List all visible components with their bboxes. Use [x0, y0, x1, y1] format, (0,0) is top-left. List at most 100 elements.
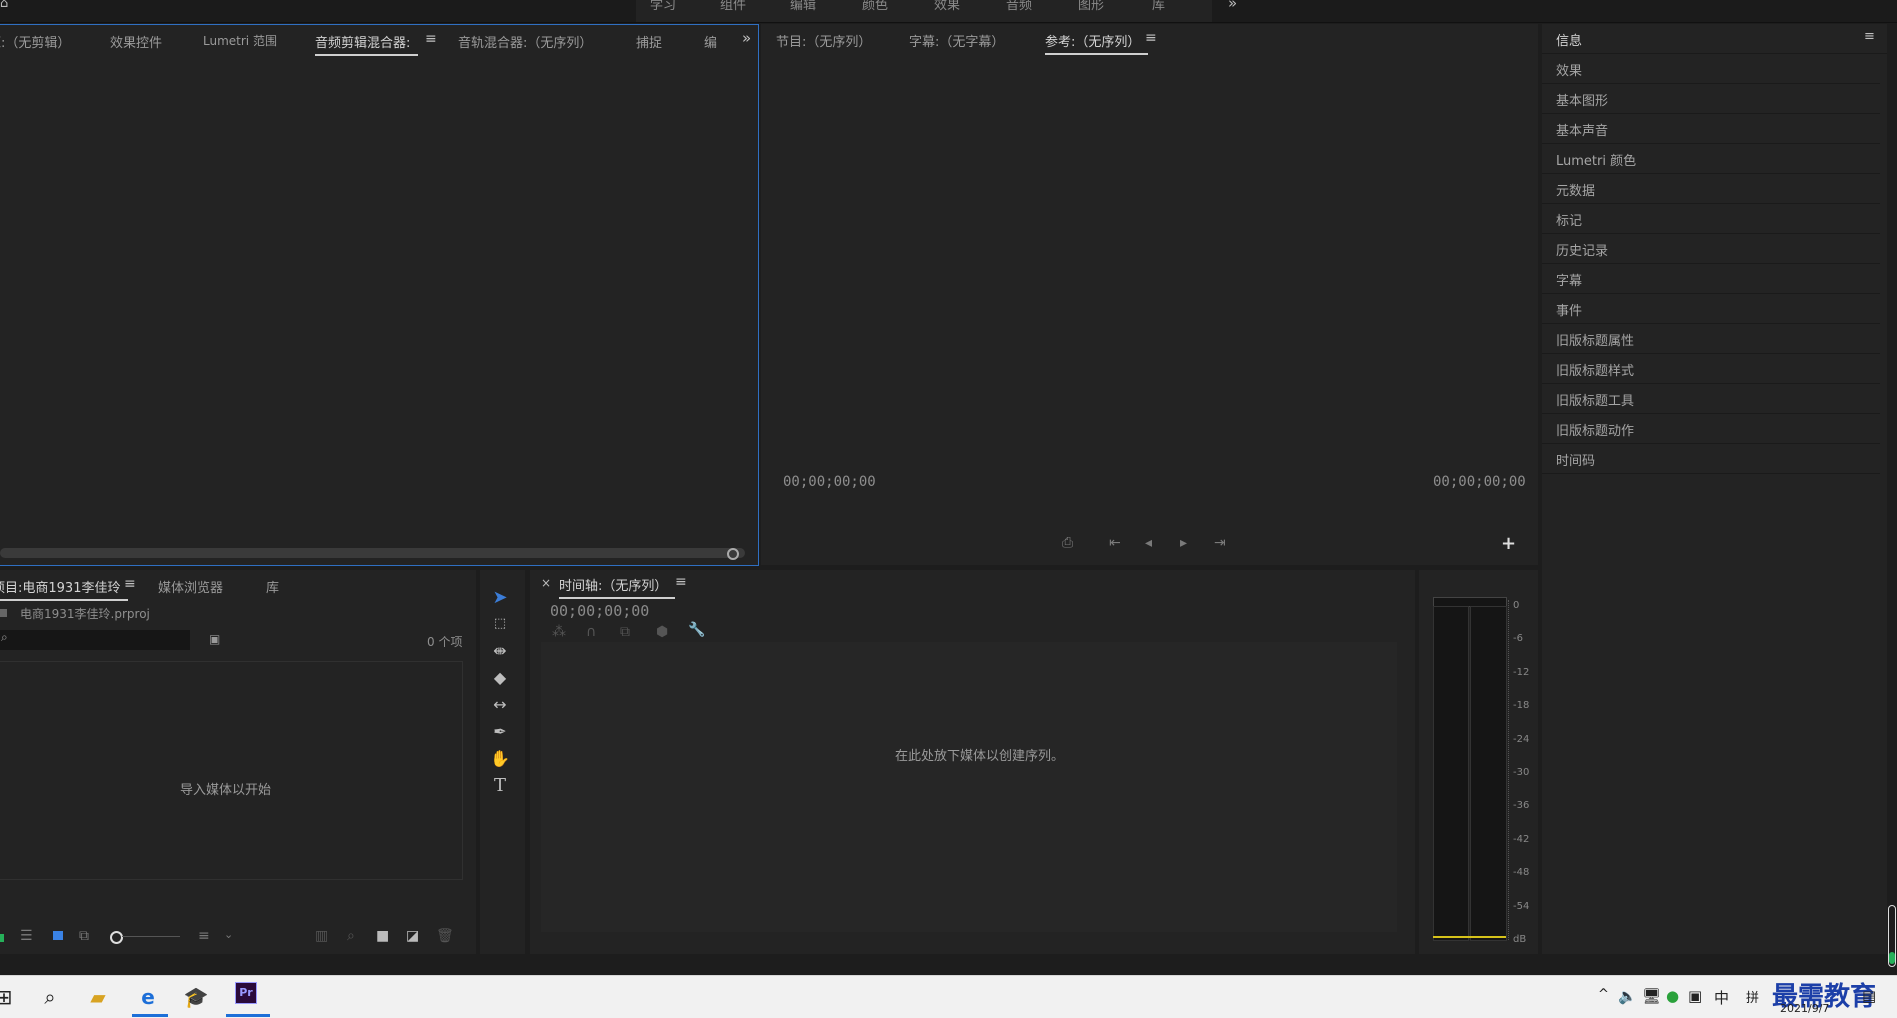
horizontal-scrollbar[interactable] [0, 548, 745, 558]
go-to-out-icon[interactable]: ⇥ [1214, 535, 1226, 551]
pen-tool-icon[interactable]: ✒ [489, 721, 511, 743]
program-timecode-left[interactable]: 00;00;00;00 [783, 474, 876, 490]
network-icon[interactable]: 🖥 [1642, 987, 1661, 1005]
workspace-libraries[interactable]: 库 [1152, 0, 1165, 13]
info-item[interactable]: 旧版标题样式 [1542, 354, 1880, 384]
vertical-scrollbar[interactable] [1888, 905, 1896, 967]
tab-audio-clip-mixer[interactable]: 音频剪辑混合器: [315, 32, 419, 56]
icon-view-icon[interactable] [53, 931, 63, 940]
info-menu-icon[interactable]: ≡ [1864, 29, 1875, 44]
info-item[interactable]: 事件 [1542, 294, 1880, 324]
tab-menu-icon[interactable]: ≡ [675, 574, 687, 590]
tab-media-browser[interactable]: 媒体浏览器 [158, 577, 223, 596]
trash-icon[interactable]: 🗑 [436, 928, 454, 944]
workspace-graphics[interactable]: 图形 [1078, 0, 1104, 13]
education-app-icon[interactable]: 🎓 [178, 982, 214, 1012]
info-item[interactable]: 字幕 [1542, 264, 1880, 294]
info-item[interactable]: 基本图形 [1542, 84, 1880, 114]
new-bin-icon[interactable]: ■ [376, 928, 389, 944]
workspace-audio[interactable]: 音频 [1006, 0, 1032, 13]
taskbar-search-icon[interactable]: ⌕ [32, 982, 68, 1012]
tab-edit-truncated[interactable]: 编 [704, 32, 717, 51]
tab-reference[interactable]: 参考:（无序列） [1045, 31, 1149, 55]
workspace-assembly[interactable]: 组件 [720, 0, 746, 13]
step-back-icon[interactable]: ◂ [1145, 535, 1152, 551]
go-to-in-icon[interactable]: ⇤ [1109, 535, 1121, 551]
info-item[interactable]: 旧版标题动作 [1542, 414, 1880, 444]
zoom-slider-track[interactable] [122, 936, 180, 937]
tray-app-icon[interactable]: ▣ [1688, 987, 1702, 1005]
add-button-icon[interactable]: + [1501, 533, 1516, 554]
edge-icon[interactable]: e [130, 982, 166, 1012]
slip-tool-icon[interactable]: ↔ [489, 694, 511, 716]
ripple-edit-tool-icon[interactable]: ⇼ [489, 640, 511, 662]
tab-captions[interactable]: 字幕:（无字幕） [909, 31, 1004, 50]
info-title[interactable]: 信息 [1556, 30, 1582, 49]
project-bin-area[interactable]: 导入媒体以开始 [0, 661, 463, 880]
add-marker-icon[interactable]: ⬢ [656, 624, 668, 640]
info-item[interactable]: 历史记录 [1542, 234, 1880, 264]
info-item[interactable]: 元数据 [1542, 174, 1880, 204]
tab-menu-icon[interactable]: ≡ [124, 576, 136, 592]
windows-start-icon[interactable]: ⊞ [0, 982, 22, 1012]
new-item-icon[interactable]: ◪ [406, 928, 419, 944]
tab-timeline[interactable]: 时间轴:（无序列） [559, 575, 676, 599]
tab-menu-icon[interactable]: ≡ [1145, 30, 1157, 46]
tab-audio-track-mixer[interactable]: 音轨混合器:（无序列） [458, 32, 592, 51]
type-tool-icon[interactable]: T [489, 775, 511, 797]
tab-menu-icon[interactable]: ≡ [425, 31, 437, 47]
workspace-editing[interactable]: 编辑 [790, 0, 816, 13]
scroll-thumb[interactable] [1889, 952, 1895, 964]
info-item[interactable]: Lumetri 颜色 [1542, 144, 1880, 174]
snap-icon[interactable]: ∩ [586, 624, 596, 640]
scroll-handle-icon[interactable] [727, 548, 739, 560]
find-icon[interactable]: ⌕ [347, 928, 355, 944]
step-forward-icon[interactable]: ▸ [1180, 535, 1187, 551]
tab-effect-controls[interactable]: 效果控件 [110, 32, 162, 51]
automate-sequence-icon[interactable]: ▥ [315, 928, 328, 944]
workspace-learn[interactable]: 学习 [650, 0, 676, 13]
close-timeline-icon[interactable]: × [541, 576, 551, 590]
timeline-settings-icon[interactable]: 🔧 [688, 622, 705, 638]
list-view-icon[interactable]: ☰ [20, 928, 33, 944]
linked-selection-icon[interactable]: ⧉ [620, 624, 630, 640]
tab-project[interactable]: 项目:电商1931李佳玲 [0, 577, 129, 601]
timeline-drop-area[interactable]: 在此处放下媒体以创建序列。 [541, 642, 1397, 932]
tray-chevron-icon[interactable]: ^ [1598, 987, 1609, 1002]
tab-capture[interactable]: 捕捉 [636, 32, 662, 51]
ime-pinyin[interactable]: 拼 [1746, 987, 1759, 1006]
info-item[interactable]: 效果 [1542, 54, 1880, 84]
selection-tool-icon[interactable]: ➤ [489, 587, 511, 609]
notification-icon[interactable]: ▤ [1862, 987, 1876, 1005]
file-explorer-icon[interactable]: ▰ [80, 982, 116, 1012]
info-item[interactable]: 标记 [1542, 204, 1880, 234]
sort-dropdown-icon[interactable]: ⌄ [224, 928, 233, 941]
security-icon[interactable]: ● [1666, 987, 1679, 1005]
razor-tool-icon[interactable]: ◆ [489, 667, 511, 689]
panel-more-icon[interactable]: » [742, 29, 751, 47]
info-item[interactable]: 基本声音 [1542, 114, 1880, 144]
search-input[interactable]: ⌕ [0, 630, 190, 650]
workspace-more-icon[interactable]: » [1228, 0, 1237, 12]
export-frame-icon[interactable]: ⎙ [1062, 535, 1073, 551]
tab-program[interactable]: 节目:（无序列） [776, 31, 871, 50]
info-item[interactable]: 旧版标题属性 [1542, 324, 1880, 354]
timeline-timecode[interactable]: 00;00;00;00 [550, 602, 649, 620]
workspace-effects[interactable]: 效果 [934, 0, 960, 13]
volume-icon[interactable]: 🔈 [1618, 987, 1637, 1005]
home-icon[interactable]: ⌂ [0, 0, 14, 11]
tab-lumetri-scopes[interactable]: Lumetri 范围 [203, 32, 277, 49]
nest-icon[interactable]: ⁂ [552, 624, 566, 640]
info-item[interactable]: 旧版标题工具 [1542, 384, 1880, 414]
zoom-slider-handle[interactable] [110, 931, 123, 944]
new-search-bin-icon[interactable]: ▣ [209, 632, 220, 646]
tab-source[interactable]: 源:（无剪辑） [0, 32, 70, 51]
freeform-view-icon[interactable]: ⧉ [79, 928, 89, 944]
info-item[interactable]: 时间码 [1542, 444, 1880, 474]
ime-mode[interactable]: 中 [1714, 987, 1729, 1008]
hand-tool-icon[interactable]: ✋ [489, 748, 511, 770]
track-select-tool-icon[interactable]: ⬚ [489, 613, 511, 635]
sort-icon[interactable]: ≡ [198, 928, 210, 944]
tab-libraries[interactable]: 库 [266, 577, 279, 596]
workspace-color[interactable]: 颜色 [862, 0, 888, 13]
